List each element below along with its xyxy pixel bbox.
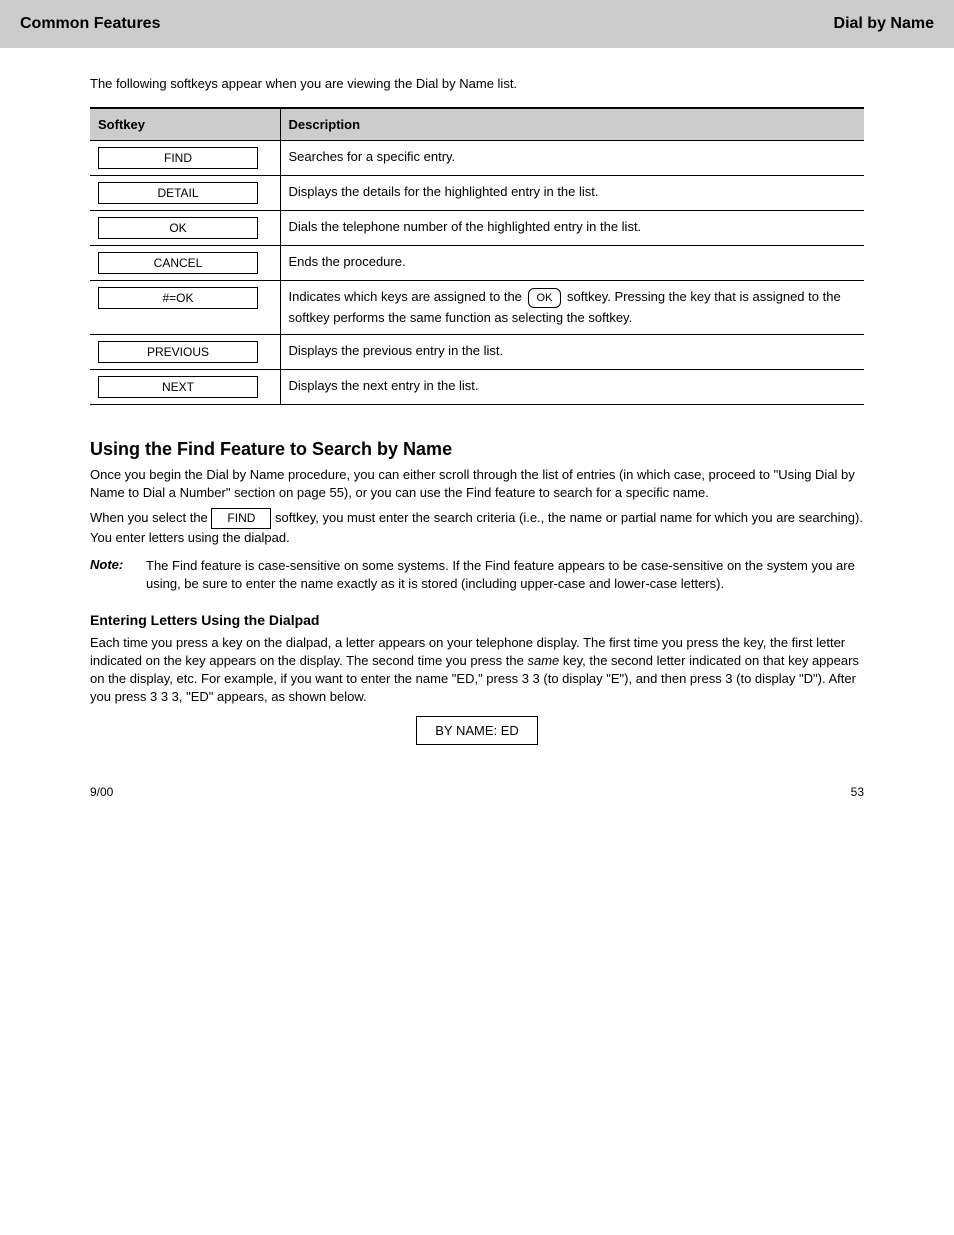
softkey-find: FIND xyxy=(98,147,258,169)
ok-keycap: OK xyxy=(528,288,562,309)
table-row: #=OK Indicates which keys are assigned t… xyxy=(90,280,864,334)
table-row: OK Dials the telephone number of the hig… xyxy=(90,210,864,245)
para-1: Once you begin the Dial by Name procedur… xyxy=(90,466,864,502)
desc-hash-ok: Indicates which keys are assigned to the… xyxy=(280,280,864,334)
softkey-detail: DETAIL xyxy=(98,182,258,204)
inline-softkey-find: FIND xyxy=(211,508,271,529)
section-title-find: Using the Find Feature to Search by Name xyxy=(90,439,864,460)
desc-next: Displays the next entry in the list. xyxy=(280,369,864,404)
table-row: DETAIL Displays the details for the high… xyxy=(90,175,864,210)
desc-detail: Displays the details for the highlighted… xyxy=(280,175,864,210)
sub-para: Each time you press a key on the dialpad… xyxy=(90,634,864,707)
note-label: Note: xyxy=(90,557,146,593)
intro-text: The following softkeys appear when you a… xyxy=(90,76,864,93)
softkey-cancel: CANCEL xyxy=(98,252,258,274)
desc-previous: Displays the previous entry in the list. xyxy=(280,334,864,369)
desc-find: Searches for a specific entry. xyxy=(280,140,864,175)
softkey-previous: PREVIOUS xyxy=(98,341,258,363)
header-right: Dial by Name xyxy=(834,15,934,33)
col-header-description: Description xyxy=(280,108,864,141)
softkey-next: NEXT xyxy=(98,376,258,398)
footer-date: 9/00 xyxy=(90,785,113,799)
desc-cancel: Ends the procedure. xyxy=(280,245,864,280)
subsection-title: Entering Letters Using the Dialpad xyxy=(90,612,864,628)
footer-page: 53 xyxy=(851,785,864,799)
table-row: FIND Searches for a specific entry. xyxy=(90,140,864,175)
note-body: The Find feature is case-sensitive on so… xyxy=(146,557,864,593)
desc-ok: Dials the telephone number of the highli… xyxy=(280,210,864,245)
softkey-ok: OK xyxy=(98,217,258,239)
table-row: CANCEL Ends the procedure. xyxy=(90,245,864,280)
display-example: BY NAME: ED xyxy=(416,716,538,745)
header-left: Common Features xyxy=(20,15,160,33)
softkey-hash-ok: #=OK xyxy=(98,287,258,309)
table-row: PREVIOUS Displays the previous entry in … xyxy=(90,334,864,369)
note-block: Note: The Find feature is case-sensitive… xyxy=(90,557,864,593)
col-header-softkey: Softkey xyxy=(90,108,280,141)
table-row: NEXT Displays the next entry in the list… xyxy=(90,369,864,404)
softkey-table: Softkey Description FIND Searches for a … xyxy=(90,107,864,405)
para-2: When you select the FIND softkey, you mu… xyxy=(90,508,864,547)
